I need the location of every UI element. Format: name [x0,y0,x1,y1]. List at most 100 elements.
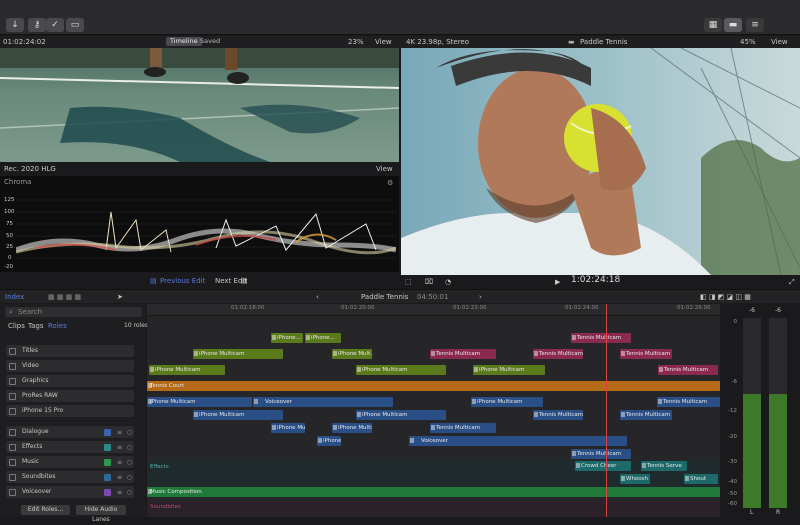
role-titles[interactable]: Titles [6,345,134,357]
role-checkbox[interactable] [9,488,16,496]
role-checkbox[interactable] [9,377,16,385]
role-graphics[interactable]: Graphics [6,375,134,387]
role-effects[interactable]: Effects ≡ ○ [6,441,134,453]
focus-icon[interactable]: ○ [126,444,133,451]
tag-icon[interactable]: ▭ [66,18,84,32]
timeline-clip[interactable]: Tennis Serve [641,461,687,471]
timeline-clip[interactable]: iPhone Multicam [147,397,252,407]
playhead[interactable] [606,304,607,517]
saved-toggle[interactable]: Saved [196,37,224,46]
timeline-clip[interactable]: iPhone Mult... [332,349,372,359]
role-checkbox[interactable] [9,443,16,451]
view-menu-left[interactable]: View [375,37,392,47]
role-dialogue[interactable]: Dialogue ≡ ○ [6,426,134,438]
next-edit-icon[interactable]: ▤ [241,276,248,286]
keyword-icon[interactable]: ⚷ [28,18,46,32]
primary-storyline-clip[interactable]: Tennis Court [147,381,720,391]
index-button[interactable]: Index [5,292,24,302]
role-iphone-15-pro[interactable]: iPhone 15 Pro [6,405,134,417]
select-tool-icon[interactable]: ➤ [117,292,123,302]
hide-audio-lanes-button[interactable]: Hide Audio Lanes [76,505,126,523]
role-checkbox[interactable] [9,473,16,481]
timeline-clip[interactable]: Tennis Multicam [571,333,631,343]
timeline-clip[interactable]: Whoosh [620,474,650,484]
previous-edit-button[interactable]: Previous Edit [160,276,205,286]
scope-view-menu[interactable]: View [376,164,393,174]
search-input[interactable]: ⌕ Search [5,307,142,317]
timeline-clip[interactable]: Crowd Cheer [575,461,631,471]
timeline-clip[interactable]: iPhone Mult... [271,423,305,433]
role-checkbox[interactable] [9,362,16,370]
timeline-clip[interactable]: Shout [684,474,718,484]
role-checkbox[interactable] [9,407,16,415]
music-clip[interactable]: Music Composition [147,487,720,497]
grid-view-icon[interactable]: ▦ [704,18,722,32]
timeline-clip[interactable]: Tennis Multicam [533,349,583,359]
fullscreen-icon[interactable]: ⤢ [789,277,795,287]
layout-icon[interactable]: ▬ [724,18,742,32]
lanes-icon[interactable]: ≡ [116,474,123,481]
lanes-icon[interactable]: ≡ [116,429,123,436]
lanes-icon[interactable]: ≡ [116,444,123,451]
focus-icon[interactable]: ○ [126,459,133,466]
timeline-clip[interactable]: Tennis Multicam [620,410,672,420]
tab-tags[interactable]: Tags [28,321,44,331]
lanes-icon[interactable]: ≡ [116,489,123,496]
role-soundbites[interactable]: Soundbites ≡ ○ [6,471,134,483]
timeline-clip[interactable]: Tennis Multicam [620,349,672,359]
timeline-clip[interactable]: iPhone Multicam [356,365,446,375]
transform-icon[interactable]: ⬚ [405,277,412,287]
view-menu-right[interactable]: View [771,37,788,47]
focus-icon[interactable]: ○ [126,474,133,481]
timeline-clip[interactable]: Tennis Multicam [571,449,631,459]
back-arrow-icon[interactable]: ‹ [316,292,319,302]
play-icon[interactable]: ▶ [555,277,560,287]
tab-roles[interactable]: Roles [48,321,67,331]
previous-edit-icon[interactable]: ▤ [150,276,157,286]
clip-appearance-icon[interactable]: ▦ ▦ ▦ ▦ [48,292,81,302]
crop-icon[interactable]: ⌧ [425,277,433,287]
role-checkbox[interactable] [9,458,16,466]
zoom-left[interactable]: 23% [348,37,364,47]
import-icon[interactable]: ↓ [6,18,24,32]
timeline-clip[interactable]: Tennis Multicam [430,423,496,433]
role-checkbox[interactable] [9,392,16,400]
timeline-clip[interactable]: iPhone... [317,436,341,446]
focus-icon[interactable]: ○ [126,429,133,436]
timeline-clip[interactable]: iPhone... [271,333,303,343]
timeline-clip[interactable]: iPhone Multicam [193,410,283,420]
timeline-clip[interactable]: Tennis Multicam [430,349,496,359]
timeline-clip[interactable]: iPhone Multicam [473,365,545,375]
timeline-area[interactable]: 01:02:18:00 01:02:20:00 01:02:22:00 01:0… [147,304,720,517]
role-checkbox[interactable] [9,428,16,436]
edit-roles-button[interactable]: Edit Roles... [21,505,70,515]
lanes-icon[interactable]: ≡ [116,459,123,466]
app-toolbar: ↓ ⚷ ✓ ▭ ▦ ▬ ≡ [0,0,800,35]
clapper-icon: ▬ [568,38,575,46]
role-voiceover[interactable]: Voiceover ≡ ○ [6,486,134,498]
timeline-clip[interactable]: iPhone Multicam [149,365,225,375]
timeline-clip[interactable]: iPhone Multicam [332,423,372,433]
timeline-clip[interactable]: Tennis Multicam [533,410,583,420]
timeline-clip[interactable]: iPhone Multicam [193,349,283,359]
timeline-clip[interactable]: iPhone Multicam [356,410,446,420]
audio-skimming-icon[interactable]: ◧ ◨ ◩ ◪ ◫ ▦ [700,292,751,302]
role-music[interactable]: Music ≡ ○ [6,456,134,468]
timeline-clip[interactable]: iPhone Multicam [471,397,543,407]
forward-arrow-icon[interactable]: › [479,292,482,302]
role-prores-raw[interactable]: ProRes RAW [6,390,134,402]
scope-settings-icon[interactable]: ⚙ [387,178,393,188]
focus-icon[interactable]: ○ [126,489,133,496]
role-video[interactable]: Video [6,360,134,372]
role-checkbox[interactable] [9,347,16,355]
timeline-clip[interactable]: Tennis Multicam [658,365,718,375]
check-icon[interactable]: ✓ [46,18,64,32]
zoom-right[interactable]: 45% [740,37,756,47]
timeline-clip[interactable]: Voiceover [253,397,393,407]
timeline-clip[interactable]: iPhone... [305,333,341,343]
inspector-icon[interactable]: ≡ [746,18,764,32]
tab-clips[interactable]: Clips [8,321,25,331]
speed-icon[interactable]: ◔ [445,277,451,287]
timeline-clip[interactable]: Tennis Multicam [657,397,720,407]
timeline-clip[interactable]: Voiceover [409,436,627,446]
